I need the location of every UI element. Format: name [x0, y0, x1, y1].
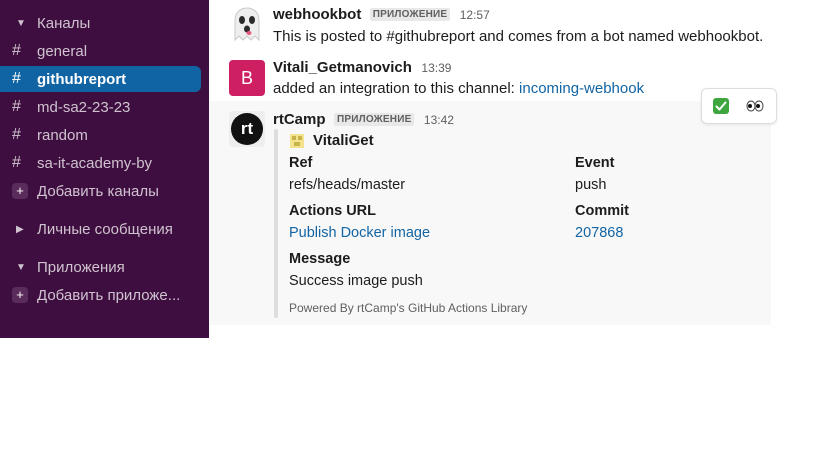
caret-down-icon: ▼ — [16, 261, 26, 273]
caret-down-icon: ▼ — [16, 17, 26, 29]
sidebar-item-label: sa-it-academy-by — [37, 154, 153, 172]
add-apps-button[interactable]: + Добавить приложе... — [0, 282, 201, 308]
eyes-icon — [746, 100, 764, 112]
app-badge: ПРИЛОЖЕНИЕ — [369, 8, 451, 21]
add-channels-button[interactable]: + Добавить каналы — [0, 178, 201, 204]
caret-right-icon: ▶ — [16, 223, 24, 235]
hash-icon: # — [12, 126, 21, 143]
field-ref-value: refs/heads/master — [289, 177, 406, 193]
check-mark-icon — [713, 98, 729, 114]
attachment-bar — [274, 129, 278, 318]
sidebar-item-label: random — [37, 126, 88, 144]
sidebar-item-label: general — [37, 42, 88, 60]
message-list: webhookbot ПРИЛОЖЕНИЕ 12:57 This is post… — [209, 0, 771, 338]
sidebar: ▼ Каналы # general # githubreport # md-s… — [0, 0, 209, 338]
message-text: This is posted to #githubreport and come… — [273, 28, 764, 45]
author-name[interactable]: webhookbot — [273, 6, 361, 23]
author-name[interactable]: rtCamp — [273, 111, 326, 128]
hash-icon: # — [12, 42, 21, 59]
timestamp[interactable]: 12:57 — [460, 8, 490, 22]
attachment-footer: Powered By rtCamp's GitHub Actions Libra… — [289, 301, 528, 315]
field-actions-url-title: Actions URL — [289, 203, 376, 219]
field-ref-title: Ref — [289, 155, 313, 171]
github-author-icon — [289, 133, 305, 149]
apps-section-header[interactable]: ▼ Приложения — [0, 254, 201, 280]
integration-link[interactable]: incoming-webhook — [519, 80, 644, 97]
channels-section-header[interactable]: ▼ Каналы — [0, 10, 201, 36]
ghost-avatar-icon[interactable] — [229, 6, 265, 42]
field-event-value: push — [575, 177, 607, 193]
field-message-title: Message — [289, 251, 351, 267]
sidebar-item-label: githubreport — [37, 70, 127, 88]
plus-icon: + — [12, 183, 34, 199]
avatar-letter: B — [240, 67, 253, 88]
rtcamp-logo: rt — [231, 113, 263, 145]
author-name[interactable]: Vitali_Getmanovich — [273, 59, 412, 76]
message-hover-toolbar — [701, 88, 777, 124]
message-webhookbot: webhookbot ПРИЛОЖЕНИЕ 12:57 This is post… — [209, 0, 771, 55]
field-commit-title: Commit — [575, 203, 629, 219]
check-mark-reaction-button[interactable] — [710, 95, 732, 117]
message-text: added an integration to this channel: — [273, 80, 520, 97]
message-vitali: B Vitali_Getmanovich 13:39 added an inte… — [209, 55, 771, 101]
dms-section-header[interactable]: ▶ Личные сообщения — [0, 216, 201, 242]
timestamp[interactable]: 13:39 — [421, 61, 451, 75]
eyes-reaction-button[interactable] — [744, 95, 766, 117]
field-message-value: Success image push — [289, 273, 423, 289]
sidebar-item-label: md-sa2-23-23 — [37, 98, 131, 116]
sidebar-item-random[interactable]: # random — [0, 122, 201, 148]
dms-header-label: Личные сообщения — [37, 220, 173, 238]
add-apps-label: Добавить приложе... — [37, 286, 181, 304]
user-avatar[interactable]: B — [229, 60, 265, 96]
apps-header-label: Приложения — [37, 258, 125, 276]
attachment-author-name[interactable]: VitaliGet — [313, 132, 374, 149]
rtcamp-avatar[interactable]: rt — [229, 111, 265, 147]
sidebar-item-md-sa2-23-23[interactable]: # md-sa2-23-23 — [0, 94, 201, 120]
hash-icon: # — [12, 70, 21, 87]
sidebar-item-sa-it-academy-by[interactable]: # sa-it-academy-by — [0, 150, 201, 176]
plus-icon: + — [12, 287, 34, 303]
app-badge: ПРИЛОЖЕНИЕ — [333, 113, 415, 126]
add-channels-label: Добавить каналы — [37, 182, 159, 200]
hash-icon: # — [12, 154, 21, 171]
attachment-author: VitaliGet — [289, 132, 374, 149]
field-event-title: Event — [575, 155, 615, 171]
sidebar-item-githubreport[interactable]: # githubreport — [0, 66, 201, 92]
actions-url-link[interactable]: Publish Docker image — [289, 225, 430, 241]
channels-header-label: Каналы — [37, 14, 91, 32]
sidebar-item-general[interactable]: # general — [0, 38, 201, 64]
hash-icon: # — [12, 98, 21, 115]
timestamp[interactable]: 13:42 — [424, 113, 454, 127]
commit-link[interactable]: 207868 — [575, 225, 623, 241]
